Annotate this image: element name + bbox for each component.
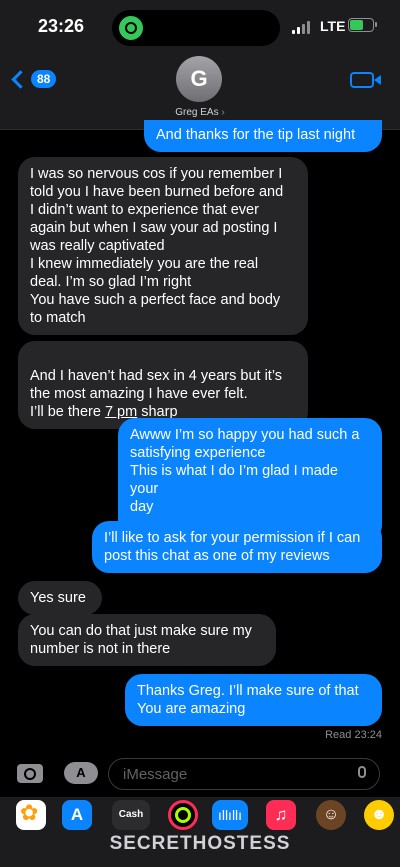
app-store-button[interactable]: A: [64, 762, 98, 784]
compose-bar: A: [0, 748, 400, 798]
chevron-right-icon: ›: [221, 107, 225, 118]
message-bubble-incoming[interactable]: You can do that just make sure my number…: [18, 614, 276, 666]
battery-icon: [348, 18, 377, 32]
app-drawer: A Cash ıllıllı ♫ ☺ ☻ SECRETHOSTESS: [0, 797, 400, 867]
status-time: 23:26: [38, 16, 85, 36]
camera-icon[interactable]: [17, 764, 43, 783]
back-button[interactable]: 88: [11, 69, 57, 89]
contact-name[interactable]: Greg EAs ›: [0, 107, 400, 118]
message-bubble-outgoing[interactable]: I’ll like to ask for your permission if …: [92, 521, 382, 573]
app-store-icon[interactable]: A: [62, 800, 92, 830]
message-input[interactable]: [108, 758, 380, 790]
voice-memo-icon[interactable]: ıllıllı: [212, 800, 248, 830]
read-receipt: Read 23:24: [325, 729, 382, 741]
chevron-left-icon: [11, 69, 30, 89]
fitness-icon[interactable]: [168, 800, 198, 830]
message-bubble-incoming[interactable]: I was so nervous cos if you remember I t…: [18, 157, 308, 335]
dynamic-island: [112, 10, 280, 46]
message-bubble-outgoing[interactable]: Thanks Greg. I’ll make sure of that You …: [125, 674, 382, 726]
message-bubble-outgoing[interactable]: And thanks for the tip last night: [144, 120, 382, 152]
message-bubble-incoming[interactable]: Yes sure: [18, 581, 102, 615]
status-bar: 23:26 LTE: [0, 0, 400, 56]
activity-icon: [119, 16, 143, 40]
cash-label: Cash: [118, 809, 144, 820]
unread-count-badge: 88: [31, 70, 57, 88]
memoji-icon[interactable]: ☻: [364, 800, 394, 830]
microphone-icon[interactable]: [358, 766, 366, 778]
app-store-icon: A: [76, 765, 86, 780]
memoji-icon[interactable]: ☺: [316, 800, 346, 830]
message-bubble-incoming[interactable]: And I haven’t had sex in 4 years but it’…: [18, 341, 308, 429]
apple-cash-icon[interactable]: Cash: [112, 800, 150, 830]
contact-name-text: Greg EAs: [175, 107, 219, 118]
conversation-header: 88 G Greg EAs ›: [0, 56, 400, 130]
photos-icon[interactable]: [16, 800, 46, 830]
signal-icon: [292, 20, 314, 34]
contact-avatar[interactable]: G: [176, 56, 222, 102]
video-call-icon[interactable]: [350, 72, 381, 88]
music-icon[interactable]: ♫: [266, 800, 296, 830]
network-type: LTE: [320, 18, 346, 34]
watermark: SECRETHOSTESS: [109, 833, 291, 854]
